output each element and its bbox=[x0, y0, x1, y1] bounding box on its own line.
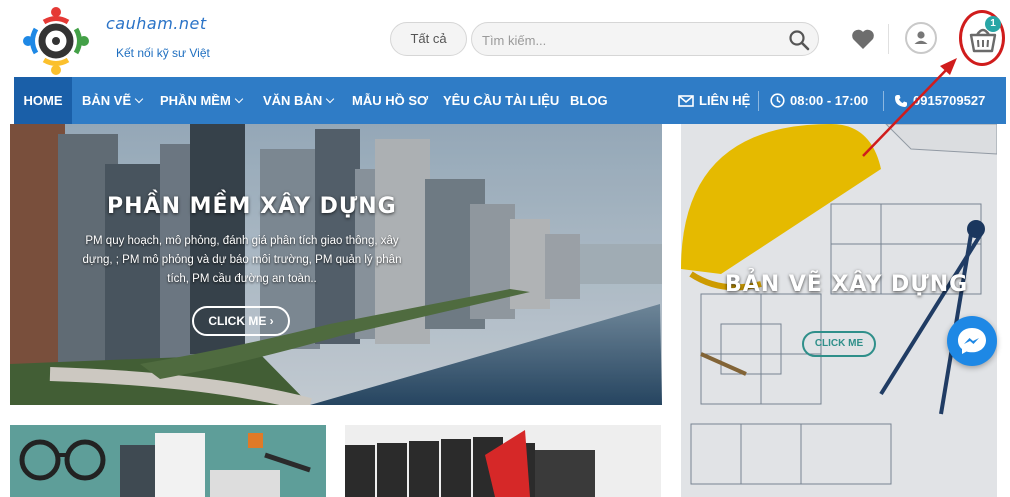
search-box bbox=[471, 22, 819, 56]
nav-item-phan-mem[interactable]: PHẦN MỀM bbox=[160, 77, 244, 124]
search-input[interactable] bbox=[482, 29, 782, 51]
chevron-down-icon bbox=[325, 94, 335, 104]
messenger-chat-button[interactable] bbox=[947, 316, 997, 366]
button-label: CLICK ME bbox=[208, 314, 267, 328]
account-button[interactable] bbox=[905, 22, 937, 54]
nav-item-van-ban[interactable]: VĂN BẢN bbox=[263, 77, 335, 124]
banner-desc-line: tích, PM cầu đường an toàn.. bbox=[167, 273, 317, 285]
nav-label: YÊU CẦU TÀI LIỆU bbox=[443, 93, 560, 108]
main-nav: HOME BẢN VẼ PHẦN MỀM VĂN BẢN MẪU HỒ SƠ Y… bbox=[14, 77, 1006, 124]
nav-label: PHẦN MỀM bbox=[160, 93, 231, 108]
envelope-icon bbox=[678, 94, 694, 107]
nav-item-mau-ho-so[interactable]: MẪU HỒ SƠ bbox=[352, 77, 428, 124]
nav-label: VĂN BẢN bbox=[263, 93, 323, 108]
header-divider bbox=[888, 24, 889, 54]
cart-count-badge: 1 bbox=[985, 16, 1001, 32]
tile-binders-image bbox=[345, 425, 661, 497]
banner-software[interactable]: PHẦN MỀM XÂY DỰNG PM quy hoạch, mô phỏng… bbox=[10, 124, 662, 405]
nav-item-yeu-cau-tai-lieu[interactable]: YÊU CẦU TÀI LIỆU bbox=[443, 77, 559, 124]
nav-label: BẢN VẼ bbox=[82, 93, 132, 108]
logo-icon[interactable] bbox=[14, 2, 98, 78]
phone-icon bbox=[895, 94, 907, 107]
nav-phone-link[interactable]: 0915709527 bbox=[894, 77, 985, 124]
messenger-icon bbox=[958, 328, 986, 354]
chevron-down-icon bbox=[134, 94, 144, 104]
click-me-button[interactable]: CLICK ME › bbox=[192, 306, 290, 336]
hours-label: 08:00 - 17:00 bbox=[790, 93, 869, 108]
tile-office-supplies[interactable] bbox=[10, 425, 326, 497]
banner-description: PM quy hoạch, mô phỏng, đánh giá phân tí… bbox=[72, 232, 412, 289]
banner-desc-line: PM quy hoạch, mô phỏng, đánh giá phân tí… bbox=[85, 235, 399, 247]
phone-label: 0915709527 bbox=[913, 93, 986, 108]
nav-hours: 08:00 - 17:00 bbox=[770, 77, 868, 124]
nav-item-blog[interactable]: BLOG bbox=[570, 77, 608, 124]
banner-title: PHẦN MỀM XÂY DỰNG bbox=[107, 194, 397, 219]
search-icon[interactable] bbox=[788, 29, 810, 51]
heart-icon[interactable] bbox=[851, 28, 875, 50]
brand-name[interactable]: cauham.net bbox=[106, 14, 207, 33]
click-me-button[interactable]: CLICK ME bbox=[802, 331, 876, 357]
chevron-down-icon bbox=[234, 94, 244, 104]
button-label: CLICK ME bbox=[814, 338, 864, 349]
page: cauham.net Kết nối kỹ sư Việt Tất cả Tìm… bbox=[0, 0, 1010, 497]
nav-label: HOME bbox=[23, 93, 63, 108]
nav-divider bbox=[883, 91, 884, 111]
nav-item-ban-ve[interactable]: BẢN VẼ bbox=[82, 77, 144, 124]
brand-tagline: Kết nối kỹ sư Việt bbox=[116, 46, 210, 60]
nav-divider bbox=[758, 91, 759, 111]
nav-item-home[interactable]: HOME bbox=[14, 77, 72, 124]
banner-title: BẢN VẼ XÂY DỰNG bbox=[725, 272, 969, 297]
nav-label: BLOG bbox=[570, 93, 608, 108]
site-header: cauham.net Kết nối kỹ sư Việt Tất cả Tìm… bbox=[0, 0, 1010, 77]
user-icon bbox=[914, 31, 928, 44]
nav-contact-link[interactable]: LIÊN HỆ bbox=[678, 77, 750, 124]
clock-icon bbox=[770, 93, 785, 108]
category-select[interactable]: Tất cả bbox=[390, 22, 467, 56]
tile-office-image bbox=[10, 425, 326, 497]
contact-label: LIÊN HỆ bbox=[699, 93, 751, 108]
nav-label: MẪU HỒ SƠ bbox=[352, 93, 429, 108]
banner-drawings[interactable]: BẢN VẼ XÂY DỰNG CLICK ME bbox=[681, 124, 997, 497]
banner-overlay bbox=[681, 124, 997, 497]
tile-binders[interactable] bbox=[345, 425, 661, 497]
banner-desc-line: dựng, ; PM mô phỏng và dự báo môi trường… bbox=[82, 254, 402, 266]
